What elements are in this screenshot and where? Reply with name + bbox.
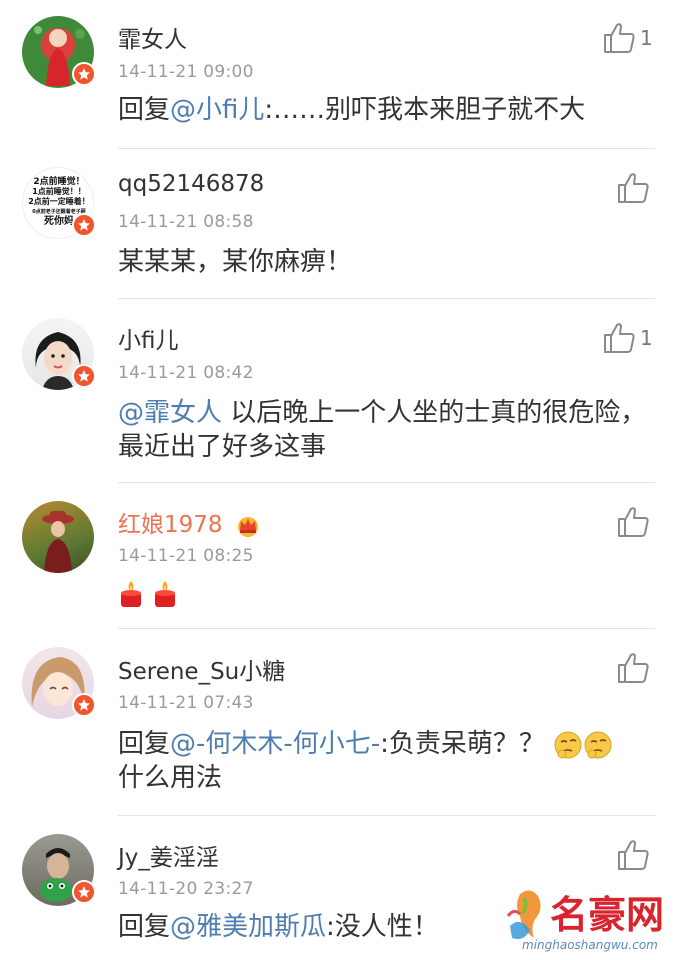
comment-body: :负责呆萌？？	[380, 729, 545, 759]
comment-text: 回复@-何木木-何小七-:负责呆萌？？ 什么用法	[118, 727, 648, 795]
thumbs-up-icon	[618, 840, 649, 870]
like-button[interactable]	[602, 22, 636, 54]
comment-time: 14-11-21 07:43	[118, 693, 254, 713]
reply-prefix: 回复	[118, 912, 171, 942]
thumbs-up-icon	[604, 323, 635, 353]
comment-username[interactable]: Jy_姜淫淫	[118, 838, 219, 872]
avatar-text-line: 2点前一定睡着！	[28, 197, 90, 206]
mention-link[interactable]: @霏女人	[118, 398, 222, 428]
like-count: 1	[640, 26, 653, 50]
avatar[interactable]	[22, 834, 96, 906]
divider	[118, 482, 655, 483]
comment-text: 某某某，某你麻痹！	[118, 245, 648, 279]
avatar[interactable]	[22, 16, 96, 88]
comment-time: 14-11-21 08:25	[118, 546, 254, 566]
like-count: 1	[640, 326, 653, 350]
mention-link[interactable]: @-何木木-何小七-	[170, 729, 380, 759]
like-button[interactable]	[616, 839, 650, 871]
thumbs-up-icon	[618, 507, 649, 537]
like-button[interactable]	[602, 322, 636, 354]
divider	[118, 298, 655, 299]
reply-prefix: 回复	[118, 95, 171, 125]
comment-body: 某某某，某你麻痹！	[118, 247, 353, 277]
avatar[interactable]	[22, 501, 94, 573]
watermark-brand: 名豪网	[550, 893, 665, 937]
username-text: 红娘1978	[118, 512, 223, 538]
comment-body: :……别吓我本来胆子就不大	[264, 95, 586, 125]
comment-username[interactable]: Serene_Su小糖	[118, 652, 285, 686]
comment-username[interactable]: qq52146878	[118, 171, 264, 197]
mention-link[interactable]: @小fi儿	[170, 95, 264, 125]
reply-prefix: 回复	[118, 729, 171, 759]
like-button[interactable]	[616, 652, 650, 684]
avatar[interactable]	[22, 647, 96, 719]
verified-badge-icon	[72, 880, 96, 904]
avatar-text-line: 2点前睡觉！	[33, 177, 85, 187]
watermark-url: minghaoshangwu.com	[522, 938, 658, 952]
comment-text	[118, 576, 648, 610]
thinking-emoji-icon	[584, 731, 612, 758]
comment-text: @霏女人 以后晚上一个人坐的士真的很危险，最近出了好多这事	[118, 396, 648, 464]
avatar[interactable]: 2点前睡觉！ 1点前睡觉！！ 2点前一定睡着！ 0点前老子还醒着老子砸 死你妈	[22, 167, 96, 239]
verified-badge-icon	[72, 213, 96, 237]
verified-badge-icon	[72, 364, 96, 388]
avatar-image	[22, 501, 94, 573]
comment-time: 14-11-20 23:27	[118, 879, 254, 899]
vip-crown-icon	[237, 516, 258, 537]
divider	[118, 628, 655, 629]
comment-username[interactable]: 红娘1978	[118, 505, 262, 539]
thumbs-up-icon	[604, 23, 635, 53]
avatar-text-line: 1点前睡觉！！	[32, 187, 86, 196]
mention-link[interactable]: @雅美加斯瓜	[170, 912, 326, 942]
thumbs-up-icon	[618, 653, 649, 683]
verified-badge-icon	[72, 62, 96, 86]
divider	[118, 148, 655, 149]
watermark-logo: 名豪网 minghaoshangwu.com	[500, 882, 675, 958]
comment-username[interactable]: 霏女人	[118, 20, 187, 54]
comment-username[interactable]: 小fi儿	[118, 321, 179, 355]
comment-body-line2: 什么用法	[118, 763, 223, 793]
thumbs-up-icon	[618, 173, 649, 203]
divider	[118, 815, 655, 816]
comment-time: 14-11-21 09:00	[118, 62, 254, 82]
like-button[interactable]	[616, 172, 650, 204]
avatar[interactable]	[22, 318, 96, 390]
comment-time: 14-11-21 08:42	[118, 363, 254, 383]
thinking-emoji-icon	[554, 731, 582, 758]
like-button[interactable]	[616, 506, 650, 538]
comment-body: :没人性！	[326, 912, 439, 942]
candle-emoji-icon	[155, 580, 176, 607]
candle-emoji-icon	[121, 580, 141, 607]
verified-badge-icon	[72, 693, 96, 717]
comment-time: 14-11-21 08:58	[118, 212, 254, 232]
comment-text: 回复@小fi儿:……别吓我本来胆子就不大	[118, 93, 648, 127]
